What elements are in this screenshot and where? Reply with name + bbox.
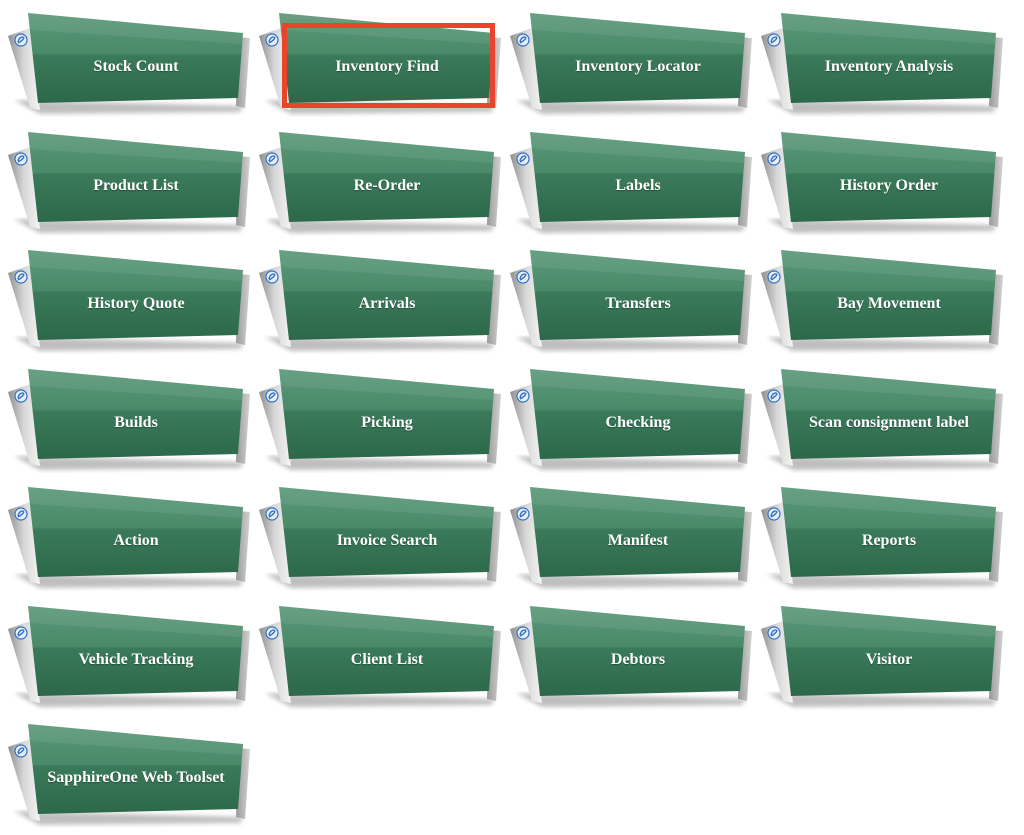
- menu-tile-history-quote[interactable]: History Quote: [0, 237, 251, 355]
- menu-tile-history-order[interactable]: History Order: [753, 119, 1004, 237]
- tile-label: Transfers: [605, 295, 671, 312]
- tile-label: Stock Count: [93, 58, 179, 75]
- menu-tile-builds[interactable]: Builds: [0, 356, 251, 474]
- sapphireone-logo-icon: [516, 507, 530, 521]
- tile-label: Scan consignment label: [808, 413, 969, 431]
- tile-label: Manifest: [607, 532, 669, 549]
- menu-tile-sapphireone-web-toolset[interactable]: SapphireOne Web Toolset: [0, 711, 251, 829]
- tile-label: Inventory Locator: [575, 58, 701, 75]
- tile-label: Debtors: [610, 650, 666, 668]
- tile-label: Action: [113, 532, 159, 549]
- toolset-menu-grid: Stock Count Inventory Find Inventory Loc…: [0, 0, 1024, 835]
- sapphireone-logo-icon: [767, 507, 781, 521]
- sapphireone-logo-icon: [767, 151, 781, 166]
- tile-label: Vehicle Tracking: [78, 650, 194, 668]
- menu-tile-product-list[interactable]: Product List: [0, 119, 251, 237]
- sapphireone-logo-icon: [516, 33, 530, 47]
- tile-label: Reports: [861, 532, 917, 549]
- sapphireone-logo-icon: [516, 388, 530, 403]
- menu-tile-scan-consignment-label[interactable]: Scan consignment label: [753, 356, 1004, 474]
- menu-tile-inventory-analysis[interactable]: Inventory Analysis: [753, 0, 1004, 118]
- tile-label: Invoice Search: [336, 532, 438, 549]
- sapphireone-logo-icon: [14, 33, 28, 47]
- sapphireone-logo-icon: [265, 388, 279, 403]
- tile-label: Inventory Find: [335, 58, 439, 75]
- menu-tile-debtors[interactable]: Debtors: [502, 593, 753, 711]
- menu-tile-inventory-find[interactable]: Inventory Find: [251, 0, 502, 118]
- sapphireone-logo-icon: [516, 151, 530, 166]
- tile-label: Product List: [93, 176, 179, 194]
- tile-label: Visitor: [865, 650, 913, 668]
- tile-label: History Quote: [87, 295, 185, 312]
- tile-label: Arrivals: [358, 295, 416, 312]
- sapphireone-logo-icon: [265, 270, 279, 284]
- menu-tile-inventory-locator[interactable]: Inventory Locator: [502, 0, 753, 118]
- menu-tile-arrivals[interactable]: Arrivals: [251, 237, 502, 355]
- menu-tile-vehicle-tracking[interactable]: Vehicle Tracking: [0, 593, 251, 711]
- sapphireone-logo-icon: [265, 33, 279, 47]
- menu-tile-action[interactable]: Action: [0, 474, 251, 592]
- tile-label: Builds: [114, 413, 158, 431]
- sapphireone-logo-icon: [14, 270, 28, 284]
- sapphireone-logo-icon: [265, 625, 279, 640]
- tile-label: Inventory Analysis: [824, 58, 954, 75]
- menu-tile-checking[interactable]: Checking: [502, 356, 753, 474]
- sapphireone-logo-icon: [14, 151, 28, 166]
- menu-tile-manifest[interactable]: Manifest: [502, 474, 753, 592]
- menu-tile-stock-count[interactable]: Stock Count: [0, 0, 251, 118]
- tile-label: Re-Order: [353, 176, 421, 194]
- menu-tile-labels[interactable]: Labels: [502, 119, 753, 237]
- menu-tile-bay-movement[interactable]: Bay Movement: [753, 237, 1004, 355]
- menu-tile-invoice-search[interactable]: Invoice Search: [251, 474, 502, 592]
- sapphireone-logo-icon: [767, 33, 781, 47]
- sapphireone-logo-icon: [516, 625, 530, 640]
- menu-tile-client-list[interactable]: Client List: [251, 593, 502, 711]
- sapphireone-logo-icon: [14, 744, 28, 758]
- tile-label: Picking: [361, 413, 413, 431]
- tile-label: SapphireOne Web Toolset: [47, 769, 225, 786]
- tile-label: Client List: [350, 650, 424, 668]
- sapphireone-logo-icon: [767, 625, 781, 640]
- sapphireone-logo-icon: [14, 507, 28, 521]
- menu-tile-reports[interactable]: Reports: [753, 474, 1004, 592]
- sapphireone-logo-icon: [14, 625, 28, 640]
- sapphireone-logo-icon: [265, 151, 279, 166]
- tile-label: Labels: [615, 176, 661, 194]
- sapphireone-logo-icon: [265, 507, 279, 521]
- tile-label: Bay Movement: [837, 295, 941, 312]
- sapphireone-logo-icon: [14, 388, 28, 403]
- sapphireone-logo-icon: [767, 270, 781, 284]
- sapphireone-logo-icon: [516, 270, 530, 284]
- menu-tile-transfers[interactable]: Transfers: [502, 237, 753, 355]
- menu-tile-re-order[interactable]: Re-Order: [251, 119, 502, 237]
- menu-tile-picking[interactable]: Picking: [251, 356, 502, 474]
- tile-label: History Order: [839, 176, 939, 194]
- menu-tile-visitor[interactable]: Visitor: [753, 593, 1004, 711]
- sapphireone-logo-icon: [767, 388, 781, 403]
- tile-label: Checking: [605, 413, 671, 431]
